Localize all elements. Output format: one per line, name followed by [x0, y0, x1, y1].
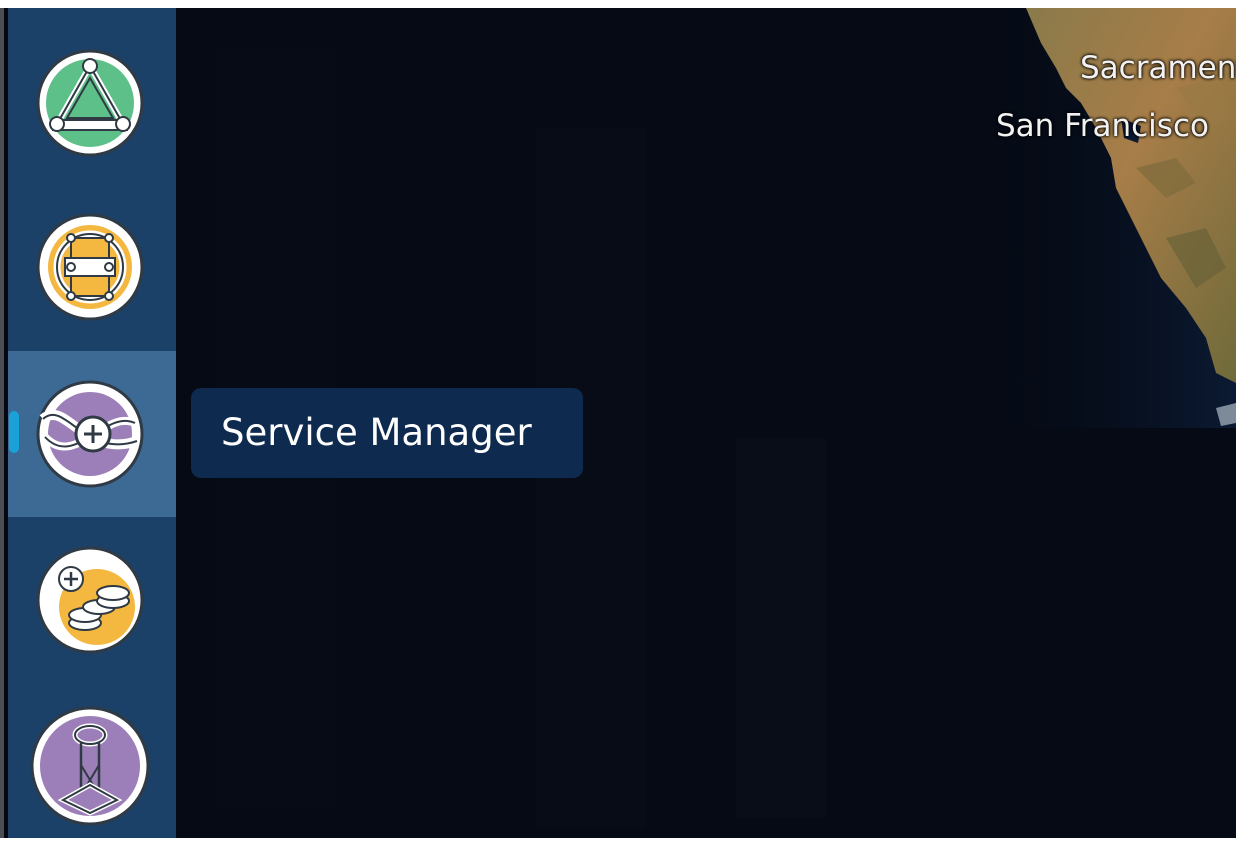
sidebar-item-topology[interactable] [8, 8, 176, 174]
city-label-sacramento: Sacramento [1080, 50, 1236, 86]
triangle-network-icon [36, 49, 144, 157]
service-plus-icon [36, 380, 144, 488]
city-label-san-francisco: San Francisco [996, 108, 1209, 144]
active-indicator [9, 411, 19, 453]
disk-stack-plus-icon [36, 546, 144, 654]
sidebar-item-stack-add[interactable] [8, 517, 176, 683]
node-grid-icon [36, 213, 144, 321]
sidebar-item-grid[interactable] [8, 174, 176, 340]
service-manager-tooltip: Service Manager [191, 388, 583, 478]
sidebar-item-tower[interactable] [8, 683, 176, 838]
antenna-tower-icon [30, 706, 150, 826]
app-sidebar [8, 8, 176, 838]
screen-frame: Sacramento San Francisco [0, 0, 1243, 842]
app-window: Sacramento San Francisco [4, 8, 1236, 838]
sidebar-item-service-manager[interactable] [8, 351, 176, 517]
